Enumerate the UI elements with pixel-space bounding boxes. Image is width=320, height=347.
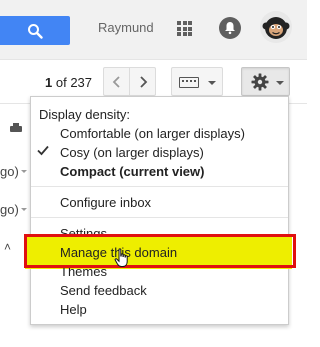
apps-grid-icon[interactable] [177, 21, 192, 36]
menu-item-comfortable[interactable]: Comfortable (on larger displays) [60, 126, 245, 141]
chevron-down-icon [21, 208, 27, 211]
gear-icon [251, 73, 269, 91]
menu-divider [31, 186, 288, 187]
checkmark-icon [37, 145, 49, 156]
chevron-right-icon [140, 76, 148, 88]
pager-total: 237 [70, 75, 93, 90]
pager-current: 1 [45, 75, 53, 90]
menu-item-help[interactable]: Help [60, 302, 87, 317]
chevron-left-icon [112, 76, 120, 88]
newer-button[interactable] [103, 67, 130, 96]
older-button[interactable] [129, 67, 156, 96]
background-text: go) [0, 202, 19, 217]
notifications-icon[interactable] [219, 17, 241, 39]
annotation-highlight-box [24, 234, 296, 268]
chevron-down-icon [21, 170, 27, 173]
keyboard-icon [179, 77, 199, 88]
pager-label: 1 of 237 [45, 75, 92, 90]
menu-item-configure-inbox[interactable]: Configure inbox [60, 195, 151, 210]
chevron-down-icon [276, 81, 284, 85]
settings-button[interactable] [241, 67, 290, 96]
search-button[interactable] [0, 16, 70, 45]
reply-arrow-icon: ˄ [4, 240, 12, 254]
input-tools-button[interactable] [171, 67, 223, 96]
pager-of: of [55, 75, 67, 90]
settings-menu: Display density: Comfortable (on larger … [25, 96, 292, 325]
display-density-label: Display density: [39, 107, 131, 122]
search-icon [28, 24, 43, 39]
top-bar: Raymund [0, 0, 307, 60]
menu-item-cosy[interactable]: Cosy (on larger displays) [60, 145, 204, 160]
background-text: go) [0, 164, 19, 179]
avatar[interactable] [260, 11, 292, 43]
account-name[interactable]: Raymund [98, 20, 154, 35]
menu-item-compact[interactable]: Compact (current view) [60, 164, 204, 179]
print-icon[interactable] [10, 123, 22, 134]
menu-item-send-feedback[interactable]: Send feedback [60, 283, 147, 298]
menu-divider [31, 217, 288, 218]
chevron-down-icon [208, 81, 216, 85]
hand-cursor-icon [114, 248, 128, 267]
